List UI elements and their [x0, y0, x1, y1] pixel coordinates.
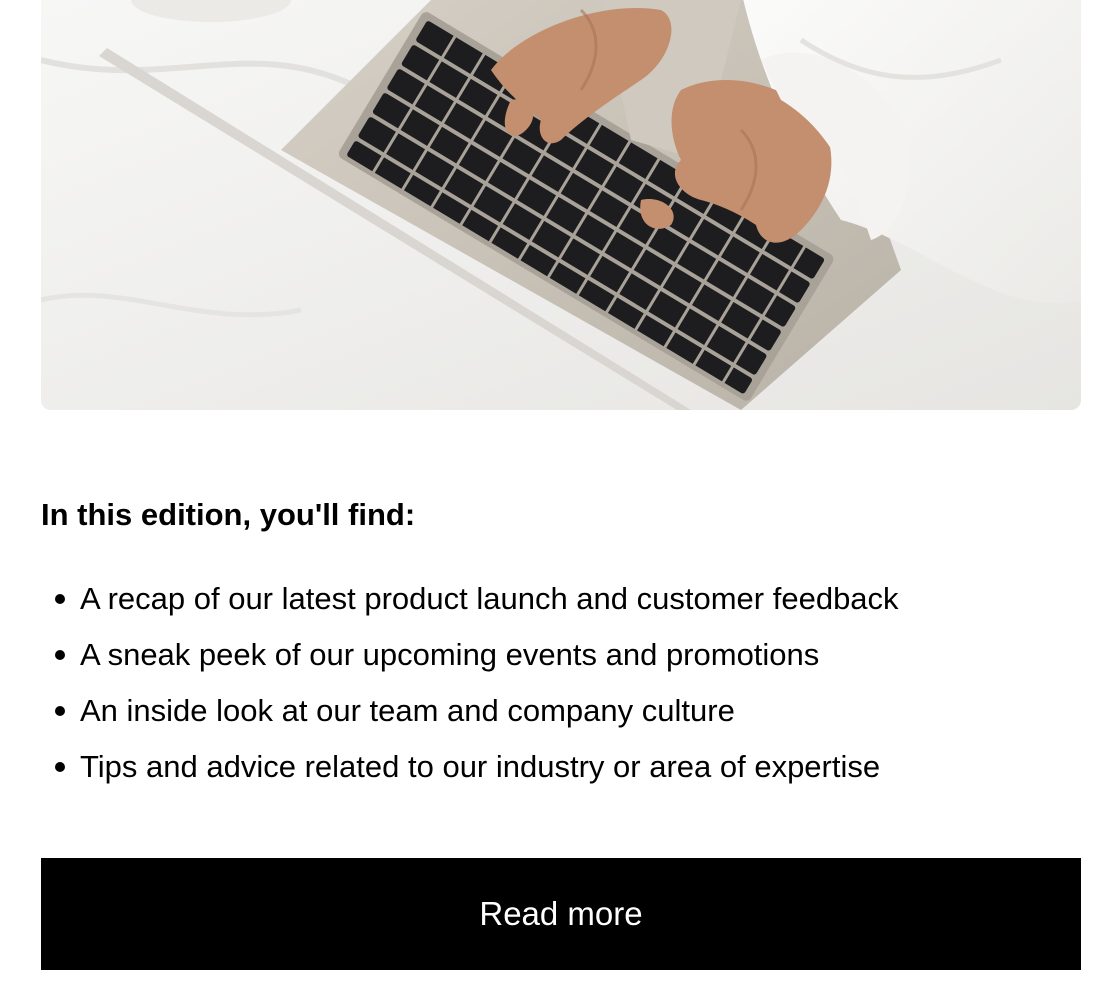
hero-image [41, 0, 1081, 410]
list-item-text: A recap of our latest product launch and… [80, 581, 899, 616]
list-item: A recap of our latest product launch and… [41, 580, 1081, 636]
section-heading: In this edition, you'll find: [41, 497, 416, 532]
feature-list: A recap of our latest product launch and… [41, 580, 1081, 804]
bullet-icon [55, 650, 65, 660]
read-more-button[interactable]: Read more [41, 858, 1081, 970]
bullet-icon [55, 762, 65, 772]
list-item-text: A sneak peek of our upcoming events and … [80, 637, 820, 672]
bullet-icon [55, 706, 65, 716]
newsletter-page: In this edition, you'll find: A recap of… [0, 0, 1120, 1000]
bullet-icon [55, 594, 65, 604]
list-item: A sneak peek of our upcoming events and … [41, 636, 1081, 692]
list-item: An inside look at our team and company c… [41, 692, 1081, 748]
list-item-text: An inside look at our team and company c… [80, 693, 735, 728]
list-item-text: Tips and advice related to our industry … [80, 749, 881, 784]
list-item: Tips and advice related to our industry … [41, 748, 1081, 804]
laptop-photo-illustration [41, 0, 1081, 410]
